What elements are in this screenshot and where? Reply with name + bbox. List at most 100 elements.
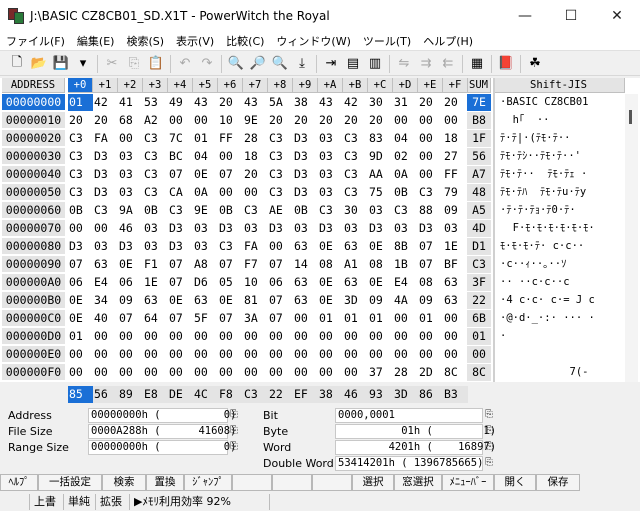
shift-jis-text[interactable] [497, 346, 625, 363]
hex-byte-cell[interactable]: 46 [118, 220, 143, 237]
hex-byte-cell[interactable]: 00 [218, 148, 243, 165]
hex-byte-cell[interactable]: 00 [118, 328, 143, 345]
hex-byte-cell[interactable]: 00 [368, 346, 393, 363]
hex-byte-cell[interactable]: F1 [143, 256, 168, 273]
hex-byte-cell[interactable]: 07 [418, 256, 443, 273]
shift-jis-text[interactable]: F·ﾓ·ﾓ·ﾓ·ﾓ·ﾓ·ﾓ· [497, 220, 625, 237]
hex-byte-cell[interactable]: 30 [343, 202, 368, 219]
shift-jis-text[interactable]: ·· ··c·c··c [497, 274, 625, 291]
hex-byte-cell[interactable]: 75 [368, 184, 393, 201]
column-header[interactable]: +6 [218, 78, 243, 93]
row-address[interactable]: 00000070 [2, 220, 65, 237]
hex-byte-cell[interactable]: D3 [293, 166, 318, 183]
hex-byte-cell[interactable]: D3 [118, 238, 143, 255]
hex-byte-cell[interactable]: 07 [168, 256, 193, 273]
find-prev-icon[interactable]: 🔍 [269, 53, 291, 75]
hex-byte-cell[interactable]: C3 [218, 238, 243, 255]
hex-byte-cell[interactable]: 14 [293, 256, 318, 273]
row-address[interactable]: 00000090 [2, 256, 65, 273]
hex-byte-cell[interactable]: 63 [143, 292, 168, 309]
hex-byte-cell[interactable]: 00 [418, 112, 443, 129]
hex-byte-cell[interactable]: E4 [393, 274, 418, 291]
hex-byte-cell[interactable]: 00 [393, 112, 418, 129]
hex-byte-cell[interactable]: 28 [243, 130, 268, 147]
hex-byte-cell[interactable]: D3 [293, 130, 318, 147]
hex-byte-cell[interactable]: 63 [93, 256, 118, 273]
hex-byte-cell[interactable]: 04 [393, 130, 418, 147]
hex-byte-cell[interactable]: A8 [193, 256, 218, 273]
dropdown-icon[interactable]: ▾ [72, 53, 94, 75]
hex-byte-cell[interactable]: 07 [168, 166, 193, 183]
hex-byte-cell[interactable]: 03 [293, 220, 318, 237]
copy-icon[interactable]: ⎘ [485, 425, 498, 438]
hex-byte-cell[interactable]: 4A [393, 292, 418, 309]
hex-byte-cell[interactable]: D3 [168, 238, 193, 255]
hex-byte-cell[interactable]: 03 [318, 166, 343, 183]
hex-byte-cell[interactable]: C3 [143, 166, 168, 183]
hex-byte-cell[interactable]: 00 [268, 364, 293, 381]
function-key-11[interactable]: ﾒﾆｭｰﾊﾞｰ [442, 474, 494, 491]
hex-byte-cell[interactable]: 09 [418, 292, 443, 309]
function-key-3[interactable]: 検索 [102, 474, 146, 491]
hex-byte-cell[interactable]: 09 [118, 292, 143, 309]
hex-byte-cell[interactable]: C3 [268, 148, 293, 165]
hex-byte-cell[interactable]: 03 [393, 220, 418, 237]
row-address[interactable]: 000000F0 [2, 364, 65, 381]
hex-byte-cell[interactable]: 00 [343, 364, 368, 381]
jump-icon[interactable]: ⤓ [291, 53, 313, 75]
hex-byte-cell[interactable]: BF [443, 256, 468, 273]
menu-search[interactable]: 検索(S) [120, 33, 170, 49]
hex-byte-cell[interactable]: 00 [218, 346, 243, 363]
hex-byte-cell[interactable]: 00 [168, 328, 193, 345]
hex-byte-cell[interactable]: 06 [68, 274, 93, 291]
copy-icon[interactable]: ⎘ [485, 441, 498, 454]
row-address[interactable]: 000000B0 [2, 292, 65, 309]
shift-jis-text[interactable]: ﾃﾓ·ﾃｼ··ﾃﾓ·ﾃ··' [497, 148, 625, 165]
menu-view[interactable]: 表示(V) [170, 33, 220, 49]
hex-byte-cell[interactable]: AA [368, 166, 393, 183]
hex-byte-cell[interactable]: 00 [218, 364, 243, 381]
calc-icon[interactable]: ▦ [466, 53, 488, 75]
hex-byte-cell[interactable]: 03 [143, 238, 168, 255]
hex-byte-cell[interactable]: C3 [243, 202, 268, 219]
hex-byte-cell[interactable]: 79 [443, 184, 468, 201]
hex-byte-cell[interactable]: 00 [368, 328, 393, 345]
shift-jis-text[interactable]: ·c··ｨ··｡··ｿ [497, 256, 625, 273]
hex-byte-cell[interactable]: 00 [143, 346, 168, 363]
compare-icon[interactable]: ⇋ [393, 53, 415, 75]
hex-byte-cell[interactable]: C3 [418, 184, 443, 201]
shift-jis-text[interactable]: ·4 c·c· c·= J c [497, 292, 625, 309]
hex-byte-cell[interactable]: 03 [143, 220, 168, 237]
hex-byte-cell[interactable]: FA [93, 130, 118, 147]
copy-icon[interactable]: ⎘ [230, 441, 243, 454]
hex-byte-cell[interactable]: C3 [68, 166, 93, 183]
hex-byte-cell[interactable]: 07 [118, 310, 143, 327]
hex-byte-cell[interactable]: 00 [418, 346, 443, 363]
hex-byte-cell[interactable]: 00 [68, 346, 93, 363]
row-address[interactable]: 000000E0 [2, 346, 65, 363]
hex-byte-cell[interactable]: 00 [243, 346, 268, 363]
column-header[interactable]: +F [443, 78, 468, 93]
hex-byte-cell[interactable]: 1B [393, 256, 418, 273]
hex-editor[interactable]: ADDRESS SUM Shift-JIS +0 +1 +2 +3 +4 +5 +6 +7 +8… [0, 78, 640, 382]
hex-byte-cell[interactable]: 02 [393, 148, 418, 165]
minimize-button[interactable]: — [502, 0, 548, 31]
hex-byte-cell[interactable]: 10 [218, 112, 243, 129]
close-button[interactable]: ✕ [594, 0, 640, 31]
hex-byte-cell[interactable]: D3 [93, 166, 118, 183]
hex-byte-cell[interactable]: 00 [243, 364, 268, 381]
column-header[interactable]: +D [393, 78, 418, 93]
hex-byte-cell[interactable]: 0B [218, 202, 243, 219]
hex-byte-cell[interactable]: 49 [168, 94, 193, 111]
hex-byte-cell[interactable]: 09 [368, 292, 393, 309]
hex-byte-cell[interactable]: 00 [268, 346, 293, 363]
hex-byte-cell[interactable]: 0E [68, 292, 93, 309]
hex-byte-cell[interactable]: 00 [93, 346, 118, 363]
column-header[interactable]: +4 [168, 78, 193, 93]
hex-byte-cell[interactable]: C3 [143, 148, 168, 165]
hex-byte-cell[interactable]: 20 [343, 112, 368, 129]
paste-icon[interactable]: 📋 [145, 53, 167, 75]
hex-byte-cell[interactable]: D3 [68, 238, 93, 255]
hex-byte-cell[interactable]: 00 [268, 238, 293, 255]
hex-byte-cell[interactable]: 37 [368, 364, 393, 381]
